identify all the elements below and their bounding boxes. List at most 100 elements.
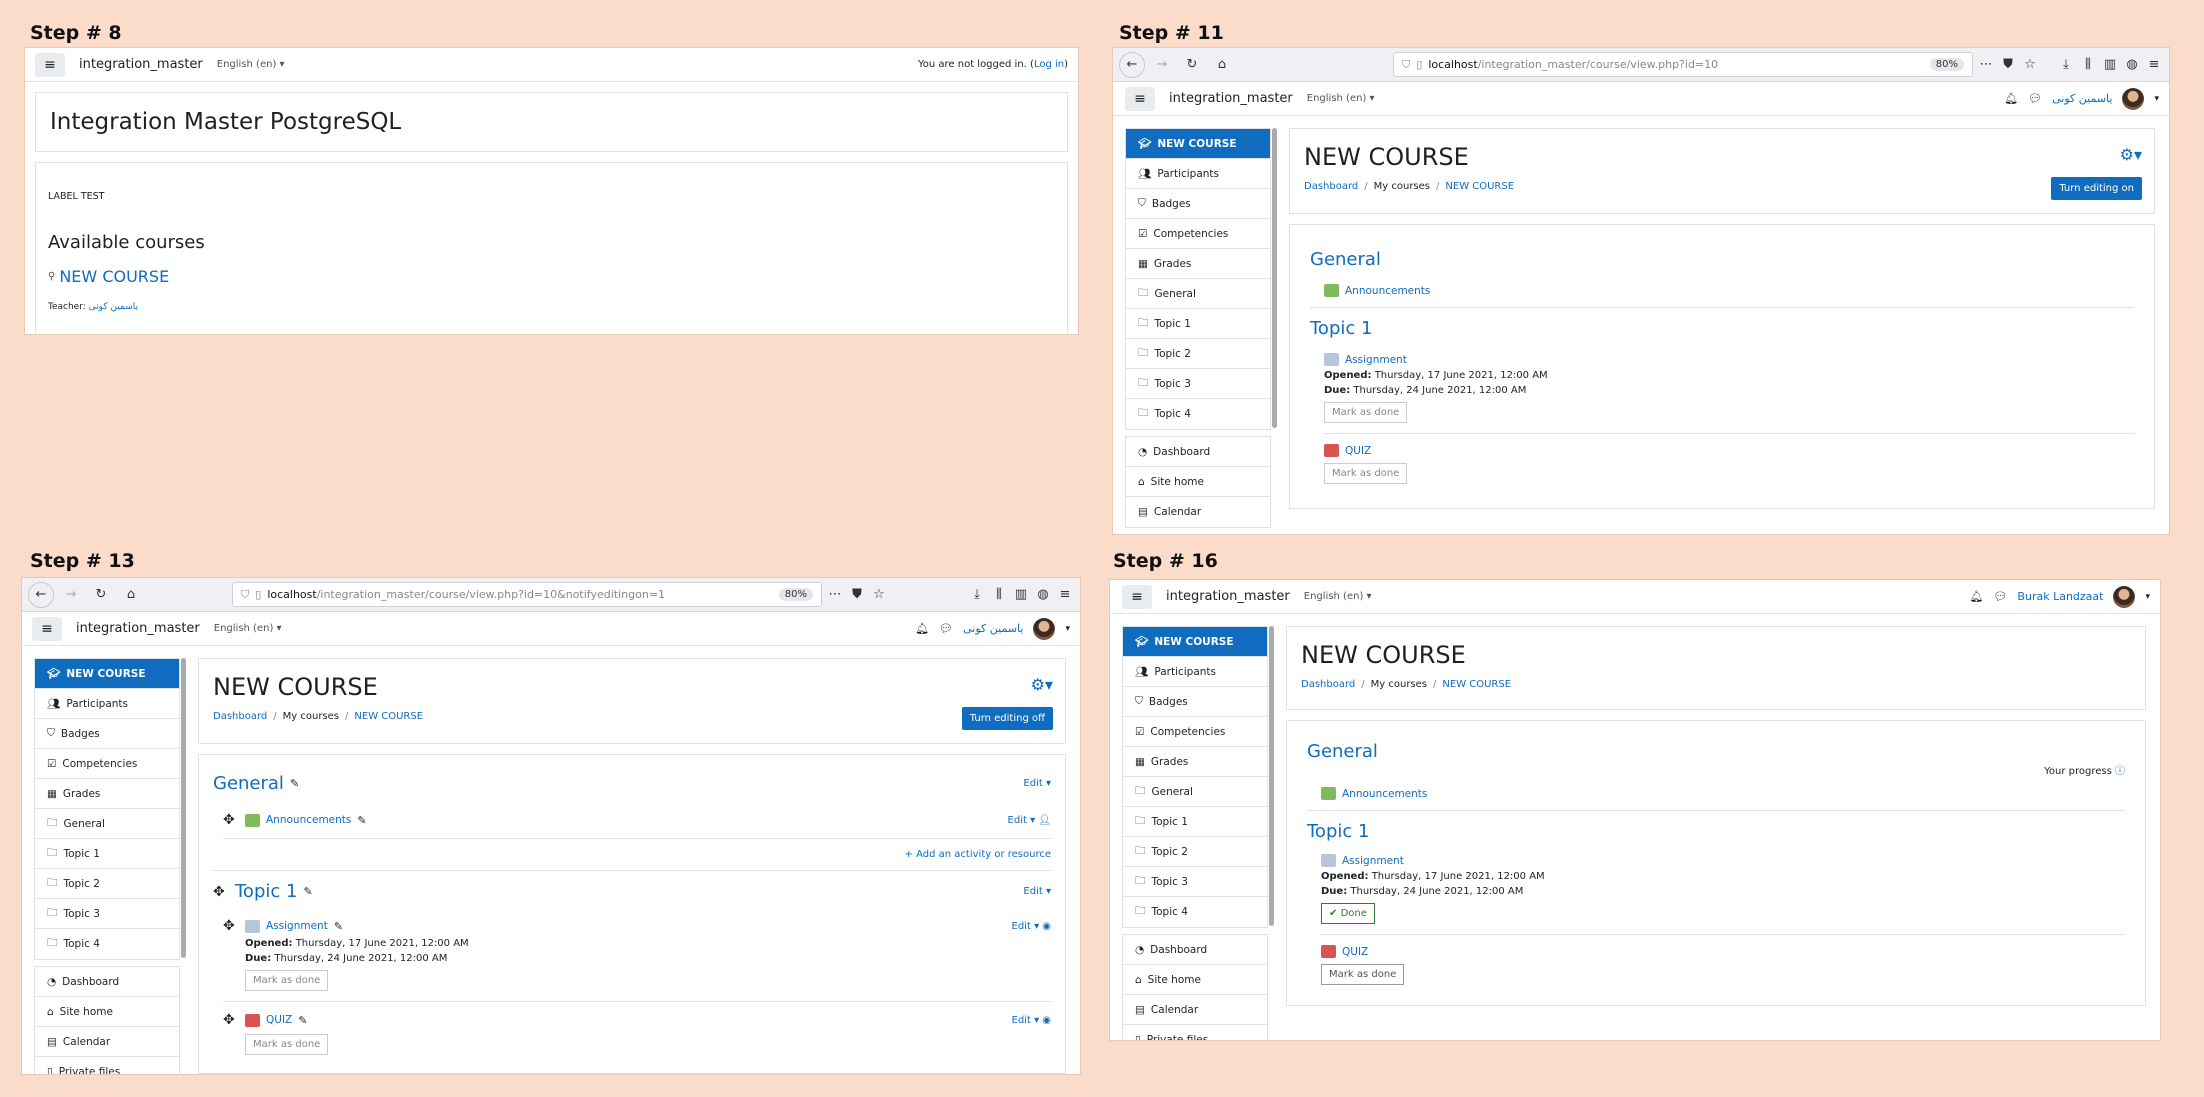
- crumb-course[interactable]: NEW COURSE: [1445, 181, 1514, 192]
- move-icon[interactable]: ✥: [223, 812, 239, 828]
- crumb-dashboard[interactable]: Dashboard: [213, 711, 267, 722]
- nav-general[interactable]: 🗀 General: [35, 809, 179, 839]
- scrollbar[interactable]: [181, 658, 186, 958]
- user-menu-caret[interactable]: ▾: [2154, 94, 2159, 104]
- nav-private-files[interactable]: ▯ Private files: [35, 1057, 179, 1074]
- user-avatar[interactable]: [2122, 87, 2145, 110]
- nav-topic-4[interactable]: 🗀 Topic 4: [1123, 897, 1267, 927]
- nav-badges[interactable]: ⛉ Badges: [1123, 687, 1267, 717]
- login-link[interactable]: Log in: [1034, 59, 1064, 70]
- menu-icon[interactable]: ≡: [1056, 587, 1074, 602]
- mark-as-done-button[interactable]: Mark as done: [1324, 402, 1408, 423]
- more-icon[interactable]: ⋯: [826, 587, 844, 602]
- crumb-course[interactable]: NEW COURSE: [354, 711, 423, 722]
- quiz-activity[interactable]: QUIZ: [245, 1013, 292, 1027]
- add-activity-link[interactable]: + Add an activity or resource: [213, 849, 1051, 860]
- sidebar-icon[interactable]: ▥: [2101, 57, 2119, 72]
- nav-participants[interactable]: 👥︎ Participants: [1126, 159, 1270, 189]
- nav-competencies[interactable]: ☑ Competencies: [35, 749, 179, 779]
- user-name[interactable]: یاسمین کونی: [963, 622, 1023, 635]
- library-icon[interactable]: ⫼: [990, 587, 1008, 602]
- bell-icon[interactable]: 🔔︎: [2004, 92, 2018, 105]
- nav-badges[interactable]: ⛉ Badges: [1126, 189, 1270, 219]
- language-menu[interactable]: English (en) ▾: [217, 59, 285, 70]
- pencil-icon[interactable]: ✎: [290, 777, 299, 790]
- pencil-icon[interactable]: ✎: [357, 814, 366, 827]
- section-general[interactable]: General: [213, 773, 284, 794]
- bell-icon[interactable]: 🔔︎: [1969, 590, 1983, 603]
- nav-site-home[interactable]: ⌂ Site home: [1126, 467, 1270, 497]
- mark-as-done-button[interactable]: Mark as done: [1321, 964, 1405, 985]
- account-icon[interactable]: ◍: [1034, 587, 1052, 602]
- nav-course[interactable]: 🎓︎ NEW COURSE: [1126, 129, 1270, 159]
- nav-participants[interactable]: 👥︎ Participants: [35, 689, 179, 719]
- nav-site-home[interactable]: ⌂ Site home: [1123, 965, 1267, 995]
- nav-topic-4[interactable]: 🗀 Topic 4: [35, 929, 179, 959]
- back-icon[interactable]: ←: [1119, 51, 1145, 78]
- forward-icon[interactable]: →: [1149, 52, 1175, 78]
- nav-topic-2[interactable]: 🗀 Topic 2: [1123, 837, 1267, 867]
- quiz-activity[interactable]: QUIZ: [1321, 945, 2125, 958]
- nav-topic-1[interactable]: 🗀 Topic 1: [1126, 309, 1270, 339]
- pencil-icon[interactable]: ✎: [303, 885, 312, 898]
- chat-icon[interactable]: 💬︎: [939, 622, 953, 635]
- site-name[interactable]: integration_master: [76, 621, 200, 636]
- home-icon[interactable]: ⌂: [118, 582, 144, 608]
- user-name[interactable]: یاسمین کونی: [2052, 92, 2112, 105]
- assignment-activity[interactable]: Assignment: [1321, 854, 2125, 867]
- move-icon[interactable]: ✥: [223, 918, 239, 934]
- url-bar[interactable]: ⛉ ▯ localhost/integration_master/course/…: [232, 582, 822, 607]
- move-icon[interactable]: ✥: [223, 1012, 239, 1028]
- announcements-activity[interactable]: Announcements: [245, 813, 351, 827]
- download-icon[interactable]: ⤓: [2057, 57, 2075, 72]
- crumb-dashboard[interactable]: Dashboard: [1304, 181, 1358, 192]
- scrollbar[interactable]: [1269, 626, 1274, 926]
- user-avatar[interactable]: [2113, 585, 2136, 608]
- assignment-activity[interactable]: Assignment: [1324, 353, 2134, 366]
- teacher-link[interactable]: یاسمین کونی: [89, 302, 138, 312]
- menu-toggle-button[interactable]: ≡: [1125, 86, 1155, 111]
- crumb-course[interactable]: NEW COURSE: [1442, 679, 1511, 690]
- gear-icon[interactable]: ⚙▾: [2120, 145, 2142, 164]
- activity-edit-menu[interactable]: Edit ▾ 👤︎: [1008, 815, 1051, 826]
- pocket-icon[interactable]: ⛊: [848, 587, 866, 602]
- reload-icon[interactable]: ↻: [1179, 52, 1205, 78]
- home-icon[interactable]: ⌂: [1209, 52, 1235, 78]
- assignment-activity[interactable]: Assignment: [245, 919, 328, 933]
- chat-icon[interactable]: 💬︎: [2028, 92, 2042, 105]
- language-menu[interactable]: English (en) ▾: [1304, 591, 1372, 602]
- site-name[interactable]: integration_master: [1169, 91, 1293, 106]
- bookmark-star-icon[interactable]: ☆: [2021, 57, 2039, 72]
- turn-editing-on-button[interactable]: Turn editing on: [2051, 177, 2142, 200]
- nav-private-files[interactable]: ▯ Private files: [1123, 1025, 1267, 1040]
- nav-topic-2[interactable]: 🗀 Topic 2: [35, 869, 179, 899]
- nav-participants[interactable]: 👥︎ Participants: [1123, 657, 1267, 687]
- bell-icon[interactable]: 🔔︎: [915, 622, 929, 635]
- nav-competencies[interactable]: ☑ Competencies: [1123, 717, 1267, 747]
- language-menu[interactable]: English (en) ▾: [214, 623, 282, 634]
- nav-topic-2[interactable]: 🗀 Topic 2: [1126, 339, 1270, 369]
- nav-topic-3[interactable]: 🗀 Topic 3: [1123, 867, 1267, 897]
- account-icon[interactable]: ◍: [2123, 57, 2141, 72]
- move-icon[interactable]: ✥: [213, 884, 229, 900]
- nav-general[interactable]: 🗀 General: [1126, 279, 1270, 309]
- menu-toggle-button[interactable]: ≡: [35, 52, 65, 77]
- section-general[interactable]: General: [1307, 741, 2125, 762]
- turn-editing-off-button[interactable]: Turn editing off: [961, 707, 1053, 730]
- announcements-activity[interactable]: Announcements: [1321, 787, 2125, 800]
- zoom-badge[interactable]: 80%: [1929, 58, 1964, 71]
- nav-topic-1[interactable]: 🗀 Topic 1: [35, 839, 179, 869]
- site-name[interactable]: integration_master: [79, 57, 203, 72]
- activity-edit-menu[interactable]: Edit ▾ ◉: [1012, 921, 1051, 932]
- site-name[interactable]: integration_master: [1166, 589, 1290, 604]
- nav-topic-3[interactable]: 🗀 Topic 3: [1126, 369, 1270, 399]
- announcements-activity[interactable]: Announcements: [1324, 284, 2134, 297]
- section-edit-menu[interactable]: Edit ▾: [1023, 886, 1051, 897]
- download-icon[interactable]: ⤓: [968, 587, 986, 602]
- back-icon[interactable]: ←: [28, 581, 54, 608]
- user-name[interactable]: Burak Landzaat: [2017, 590, 2103, 603]
- section-topic-1[interactable]: Topic 1: [235, 881, 297, 902]
- forward-icon[interactable]: →: [58, 582, 84, 608]
- nav-calendar[interactable]: ▤ Calendar: [1126, 497, 1270, 527]
- mark-as-done-button[interactable]: Mark as done: [1324, 463, 1408, 484]
